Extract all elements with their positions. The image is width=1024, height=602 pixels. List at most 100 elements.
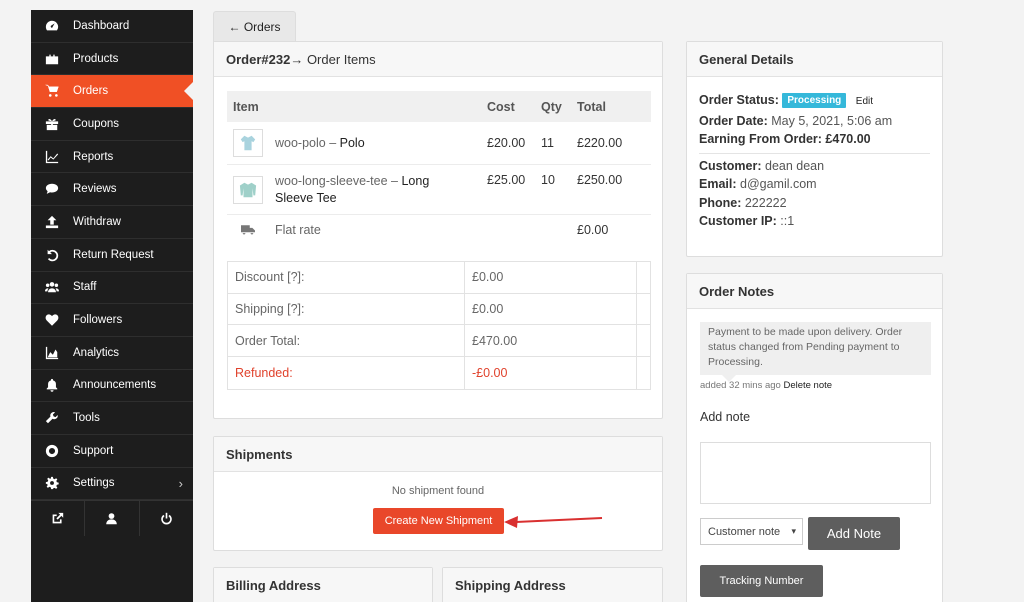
sidebar-item-orders[interactable]: Orders bbox=[31, 75, 193, 109]
chevron-down-icon: ▾ bbox=[791, 526, 796, 536]
sidebar-item-tools[interactable]: Tools bbox=[31, 402, 193, 435]
edit-status-link[interactable]: Edit bbox=[856, 96, 873, 107]
order-total-row: Order Total: £470.00 bbox=[228, 325, 650, 358]
table-row: woo-polo – Polo £20.00 11 £220.00 bbox=[227, 122, 651, 165]
sidebar-nav: Dashboard Products Orders Coupons Reports Rev… bbox=[31, 10, 193, 602]
sidebar-item-label: Orders bbox=[73, 85, 109, 98]
item-sku: woo-long-sleeve-tee bbox=[275, 173, 388, 188]
shipping-address-panel: Shipping Address bbox=[442, 567, 663, 602]
profile-button[interactable] bbox=[85, 501, 140, 537]
status-badge: Processing bbox=[782, 93, 847, 108]
sidebar-item-withdraw[interactable]: Withdraw bbox=[31, 206, 193, 239]
add-note-button[interactable]: Add Note bbox=[808, 517, 900, 550]
sidebar-item-label: Reviews bbox=[73, 183, 117, 196]
heart-icon bbox=[44, 312, 60, 328]
back-to-orders-button[interactable]: ← Orders bbox=[213, 11, 296, 42]
tracking-number-button[interactable]: Tracking Number bbox=[700, 565, 823, 597]
refunded-row: Refunded: -£0.00 bbox=[228, 357, 650, 389]
shipments-panel: Shipments No shipment found Create New S… bbox=[213, 436, 663, 551]
sidebar-item-support[interactable]: Support bbox=[31, 435, 193, 468]
email-line: Email: d@gamil.com bbox=[699, 177, 817, 191]
sidebar-item-products[interactable]: Products bbox=[31, 43, 193, 76]
order-items-panel: Order#232 → Order Items Item Cost Qty To… bbox=[213, 41, 663, 419]
users-icon bbox=[44, 279, 60, 295]
no-shipment-text: No shipment found bbox=[391, 485, 485, 497]
create-shipment-button[interactable]: Create New Shipment bbox=[373, 508, 504, 534]
shipping-cost-row: Shipping [?]: £0.00 bbox=[228, 293, 650, 326]
delete-note-link[interactable]: Delete note bbox=[783, 380, 832, 391]
col-cost: Cost bbox=[487, 99, 515, 114]
sidebar-item-settings[interactable]: Settings › bbox=[31, 468, 193, 501]
upload-icon bbox=[44, 214, 60, 230]
general-details-panel: General Details Order Status: Processing… bbox=[686, 41, 943, 257]
shipments-title: Shipments bbox=[214, 437, 662, 472]
product-thumbnail[interactable] bbox=[233, 175, 263, 204]
order-note: Payment to be made upon delivery. Order … bbox=[700, 322, 931, 382]
order-notes-title: Order Notes bbox=[687, 274, 942, 309]
sidebar-item-staff[interactable]: Staff bbox=[31, 272, 193, 305]
order-number: Order#232 bbox=[226, 51, 291, 67]
sidebar-item-label: Settings bbox=[73, 477, 115, 490]
sidebar-item-reviews[interactable]: Reviews bbox=[31, 173, 193, 207]
sidebar-item-announcements[interactable]: Announcements bbox=[31, 370, 193, 403]
sidebar-item-label: Coupons bbox=[73, 117, 120, 130]
billing-address-title: Billing Address bbox=[214, 568, 432, 602]
truck-icon bbox=[241, 225, 255, 235]
item-sku: woo-polo bbox=[275, 135, 326, 150]
billing-address-panel: Billing Address bbox=[213, 567, 433, 602]
customer-line: Customer: dean dean bbox=[699, 158, 825, 173]
general-details-title: General Details bbox=[687, 42, 942, 77]
sidebar-item-label: Support bbox=[73, 444, 114, 457]
item-qty: 10 bbox=[541, 173, 555, 187]
visit-store-button[interactable] bbox=[31, 501, 86, 537]
sidebar-item-coupons[interactable]: Coupons bbox=[31, 108, 193, 141]
sidebar-item-label: Products bbox=[73, 52, 119, 65]
sidebar-item-reports[interactable]: Reports bbox=[31, 141, 193, 174]
shipping-address-title: Shipping Address bbox=[443, 568, 662, 602]
col-item: Item bbox=[233, 99, 259, 114]
phone-line: Phone: 222222 bbox=[699, 195, 787, 210]
note-textarea[interactable] bbox=[700, 442, 931, 504]
items-table-header: Item Cost Qty Total bbox=[227, 91, 651, 122]
divider bbox=[699, 152, 930, 154]
customer-ip-line: Customer IP: ::1 bbox=[699, 214, 795, 228]
col-qty: Qty bbox=[541, 99, 562, 114]
sidebar-item-label: Dashboard bbox=[73, 19, 130, 32]
annotation-arrow-icon bbox=[504, 516, 603, 528]
power-icon bbox=[161, 513, 172, 525]
order-date-line: Order Date: May 5, 2021, 5:06 am bbox=[699, 113, 893, 128]
col-total: Total bbox=[577, 99, 606, 114]
sidebar-menu: Dashboard Products Orders Coupons Reports Rev… bbox=[31, 10, 193, 501]
sidebar-item-return-request[interactable]: Return Request bbox=[31, 239, 193, 272]
sidebar-item-followers[interactable]: Followers bbox=[31, 304, 193, 337]
polo-shirt-icon bbox=[240, 135, 256, 151]
sidebar-item-analytics[interactable]: Analytics bbox=[31, 337, 193, 370]
shipping-total: £0.00 bbox=[577, 223, 609, 237]
note-type-select[interactable]: Customer note ▾ bbox=[700, 518, 803, 545]
item-qty: 11 bbox=[541, 136, 554, 150]
earning-line: Earning From Order: £470.00 bbox=[699, 132, 871, 146]
item-cost: £20.00 bbox=[487, 136, 526, 150]
sidebar-item-label: Staff bbox=[73, 281, 97, 294]
sidebar-item-label: Tools bbox=[73, 412, 100, 425]
product-thumbnail[interactable] bbox=[233, 129, 263, 157]
order-totals-table: Discount [?]: £0.00 Shipping [?]: £0.00 … bbox=[227, 261, 651, 390]
sidebar-item-label: Reports bbox=[73, 150, 114, 163]
undo-icon bbox=[44, 247, 60, 263]
table-row: woo-long-sleeve-tee – Long Sleeve Tee £2… bbox=[227, 165, 651, 215]
shipping-method: Flat rate bbox=[275, 222, 321, 237]
external-link-icon bbox=[52, 513, 64, 524]
item-cost: £25.00 bbox=[487, 173, 526, 187]
sidebar-item-label: Withdraw bbox=[73, 215, 121, 228]
user-icon bbox=[106, 513, 118, 525]
shipping-row: Flat rate £0.00 bbox=[227, 215, 651, 245]
gear-icon bbox=[44, 475, 60, 491]
item-name[interactable]: Polo bbox=[340, 136, 365, 150]
order-items-header: Order#232 → Order Items bbox=[214, 42, 662, 77]
briefcase-icon bbox=[44, 51, 60, 67]
logout-button[interactable] bbox=[140, 501, 193, 536]
area-chart-icon bbox=[44, 345, 60, 361]
sidebar-item-label: Analytics bbox=[73, 346, 120, 359]
item-total: £220.00 bbox=[577, 136, 623, 150]
sidebar-item-dashboard[interactable]: Dashboard bbox=[31, 10, 193, 43]
